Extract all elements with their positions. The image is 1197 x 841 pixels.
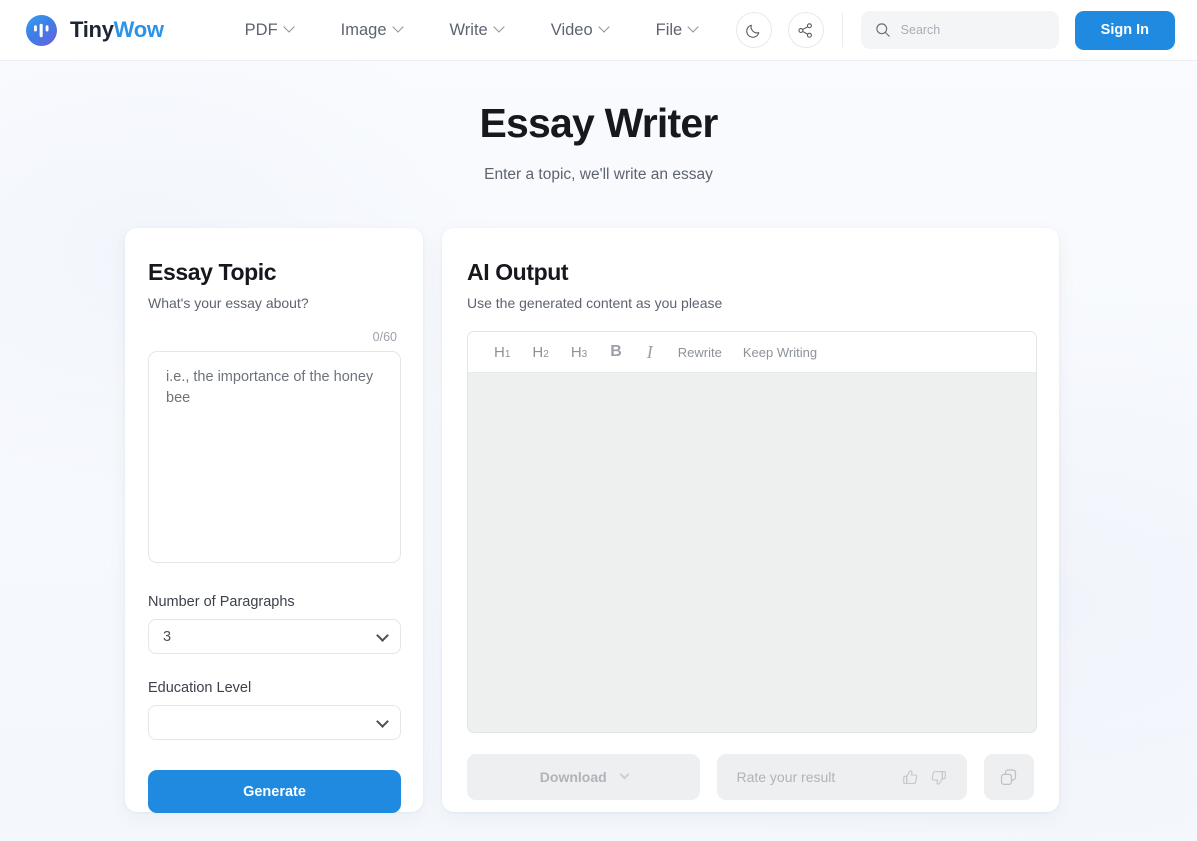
dark-mode-toggle[interactable]	[735, 12, 772, 48]
nav-label-pdf: PDF	[244, 20, 278, 39]
tinywow-logo-icon	[26, 14, 57, 46]
brand-name-first: Tiny	[70, 17, 114, 42]
chevron-down-icon	[619, 769, 630, 779]
copy-icon	[1001, 768, 1017, 785]
nav-item-file[interactable]: File	[632, 15, 722, 46]
nav-item-video[interactable]: Video	[527, 15, 632, 46]
keep-writing-button[interactable]: Keep Writing	[734, 345, 826, 360]
thumbs-down-button[interactable]	[929, 768, 948, 787]
chevron-down-icon	[687, 21, 699, 33]
page-header: Essay Writer Enter a topic, we'll write …	[0, 61, 1197, 184]
thumbs-down-icon	[931, 770, 946, 785]
rate-icons	[901, 768, 948, 787]
download-label: Download	[539, 769, 607, 785]
italic-button[interactable]: I	[634, 342, 666, 363]
nav-item-image[interactable]: Image	[317, 15, 426, 46]
ai-output-panel: AI Output Use the generated content as y…	[442, 228, 1059, 812]
app-header: TinyWow PDF Image Write Video File Searc…	[0, 0, 1197, 61]
page-subtitle: Enter a topic, we'll write an essay	[484, 166, 713, 183]
main-nav: PDF Image Write Video File	[221, 15, 722, 46]
ai-output-subtitle: Use the generated content as you please	[467, 295, 723, 311]
chevron-down-icon	[493, 21, 505, 33]
output-text-area[interactable]	[468, 373, 1036, 732]
chevron-down-icon	[391, 21, 404, 33]
heading-2-button[interactable]: H2	[521, 344, 559, 361]
paragraphs-value: 3	[163, 628, 172, 645]
ai-output-title: AI Output	[467, 259, 569, 285]
moon-icon	[746, 24, 760, 38]
thumbs-up-button[interactable]	[901, 768, 920, 787]
copy-button[interactable]	[983, 754, 1034, 800]
chevron-down-icon	[283, 21, 295, 33]
nav-item-write[interactable]: Write	[426, 15, 527, 46]
h2-sub: 2	[543, 348, 549, 360]
generate-button[interactable]: Generate	[148, 770, 401, 813]
search-placeholder: Search	[900, 23, 941, 37]
page-title: Essay Writer	[479, 100, 718, 146]
essay-topic-subtitle: What's your essay about?	[148, 295, 309, 311]
h1-sub: 1	[504, 348, 511, 360]
search-icon	[875, 23, 890, 37]
header-divider	[841, 13, 843, 47]
editor-toolbar: H1 H2 H3 B I Rewrite Keep Writing	[468, 332, 1036, 373]
brand-name: TinyWow	[70, 17, 164, 43]
nav-item-pdf[interactable]: PDF	[221, 15, 317, 46]
output-editor: H1 H2 H3 B I Rewrite Keep Writing	[467, 331, 1037, 733]
paragraphs-select[interactable]: 3	[148, 619, 401, 654]
rate-label: Rate your result	[736, 769, 836, 785]
h3-label: H	[570, 343, 582, 361]
rewrite-button[interactable]: Rewrite	[669, 345, 731, 360]
chevron-down-icon	[597, 21, 610, 33]
h1-label: H	[494, 343, 505, 361]
education-select[interactable]	[148, 705, 401, 740]
sign-in-button[interactable]: Sign In	[1074, 10, 1175, 50]
h3-sub: 3	[581, 348, 588, 360]
h2-label: H	[532, 343, 544, 361]
thumbs-up-icon	[902, 769, 917, 784]
education-select-wrap	[148, 705, 401, 740]
rate-result-group: Rate your result	[717, 754, 967, 800]
essay-topic-panel: Essay Topic What's your essay about? 0/6…	[125, 228, 423, 813]
nav-label-write: Write	[449, 20, 488, 39]
nav-label-file: File	[655, 20, 683, 39]
essay-topic-textarea[interactable]	[148, 351, 401, 563]
share-icon	[798, 22, 813, 38]
output-actions: Download Rate your result	[467, 754, 1034, 800]
search-input[interactable]: Search	[860, 11, 1059, 49]
share-button[interactable]	[787, 12, 824, 48]
bold-button[interactable]: B	[598, 343, 634, 361]
paragraphs-select-wrap: 3	[148, 619, 401, 654]
heading-1-button[interactable]: H1	[483, 344, 521, 361]
heading-3-button[interactable]: H3	[560, 344, 598, 361]
panels-container: Essay Topic What's your essay about? 0/6…	[0, 184, 1197, 813]
essay-topic-title: Essay Topic	[148, 259, 277, 285]
nav-label-video: Video	[550, 20, 593, 39]
brand-logo[interactable]: TinyWow	[26, 14, 164, 46]
nav-label-image: Image	[340, 20, 387, 39]
header-actions: Search Sign In	[735, 10, 1175, 50]
character-counter: 0/60	[372, 330, 397, 344]
education-label: Education Level	[148, 680, 252, 696]
brand-name-second: Wow	[113, 17, 164, 42]
download-button[interactable]: Download	[467, 754, 701, 800]
paragraphs-label: Number of Paragraphs	[148, 594, 295, 610]
